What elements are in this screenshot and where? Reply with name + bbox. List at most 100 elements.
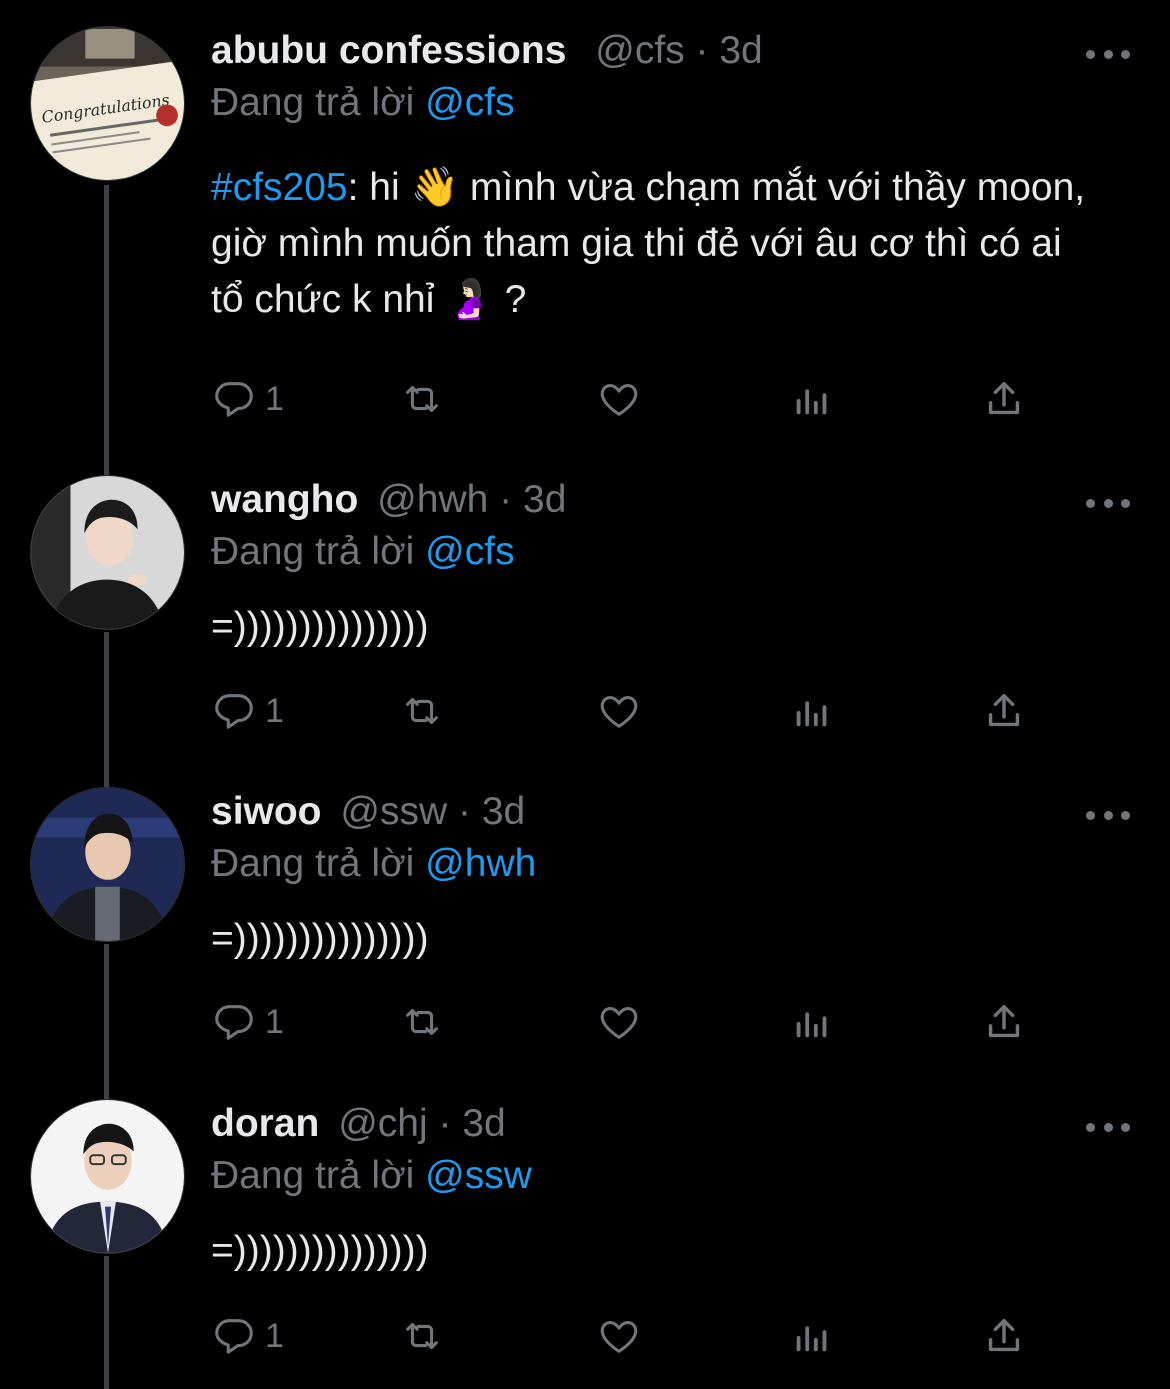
reply-button[interactable]: 1 [211,374,284,424]
mention-link[interactable]: @hwh [425,842,536,885]
retweet-button[interactable] [399,686,445,736]
replying-prefix: Đang trả lời [211,1154,415,1197]
reply-icon [215,1319,253,1354]
retweet-button[interactable] [399,997,445,1047]
tweet-text: =))))))))))))))) [211,1229,429,1272]
reply-count: 1 [265,1002,284,1041]
share-button[interactable] [981,374,1027,424]
views-icon [796,1012,827,1038]
tweet-header: abubu confessions @cfs · 3d [211,26,763,86]
tweet-header: siwoo @ssw · 3d [211,787,525,847]
hashtag-link[interactable]: #cfs205 [211,166,348,209]
avatar[interactable] [30,1099,185,1254]
user-handle[interactable]: @hwh [377,478,488,521]
mention-link[interactable]: @cfs [425,81,514,124]
tweet-header: wangho @hwh · 3d [211,475,566,535]
more-options-icon[interactable] [1086,795,1130,835]
views-button[interactable] [789,997,835,1047]
reply-button[interactable]: 1 [211,686,284,736]
user-handle[interactable]: @ssw [340,790,447,833]
share-icon [988,1004,1020,1038]
more-options-icon[interactable] [1086,34,1130,74]
replying-prefix: Đang trả lời [211,842,415,885]
views-button[interactable] [789,1311,835,1361]
retweet-icon [406,385,438,413]
share-button[interactable] [981,686,1027,736]
person-avatar-icon [31,788,184,941]
action-bar: 1 [211,1311,1041,1361]
like-icon [600,384,638,416]
separator-dot: · [499,478,513,521]
share-icon [988,1318,1020,1352]
action-bar: 1 [211,686,1041,736]
like-icon [600,1007,638,1039]
like-button[interactable] [596,686,642,736]
retweet-button[interactable] [399,1311,445,1361]
timestamp[interactable]: 3d [523,478,566,521]
more-options-icon[interactable] [1086,483,1130,523]
views-button[interactable] [789,374,835,424]
timestamp[interactable]: 3d [462,1102,505,1145]
share-button[interactable] [981,1311,1027,1361]
retweet-button[interactable] [399,374,445,424]
reply-icon [215,694,253,729]
like-button[interactable] [596,374,642,424]
like-icon [600,696,638,728]
thread-line [104,185,109,475]
tweet-header: doran @chj · 3d [211,1099,506,1159]
thread-line [104,1256,109,1389]
like-button[interactable] [596,1311,642,1361]
separator-dot: · [457,790,471,833]
separator-dot: · [438,1102,452,1145]
replying-to: Đang trả lời @ssw [211,1151,532,1201]
reply-count: 1 [265,379,284,418]
reply-icon [215,382,253,417]
reply-button[interactable]: 1 [211,997,284,1047]
tweet-text: #cfs205: hi 👋 mình vừa chạm mắt với thầy… [211,160,1091,328]
timestamp[interactable]: 3d [719,29,762,72]
views-button[interactable] [789,686,835,736]
replying-to: Đang trả lời @cfs [211,78,515,128]
timestamp[interactable]: 3d [482,790,525,833]
tweet-text: =))))))))))))))) [211,917,429,960]
action-bar: 1 [211,374,1041,424]
user-handle[interactable]: @chj [338,1102,427,1145]
like-button[interactable] [596,997,642,1047]
like-icon [600,1321,638,1353]
avatar[interactable] [30,475,185,630]
retweet-icon [406,1008,438,1036]
action-bar: 1 [211,997,1041,1047]
views-icon [796,1326,827,1352]
reply-button[interactable]: 1 [211,1311,284,1361]
display-name[interactable]: wangho [211,478,358,521]
share-icon [988,381,1020,415]
reply-count: 1 [265,691,284,730]
user-handle[interactable]: @cfs [595,29,684,72]
thread-line [104,632,109,787]
retweet-icon [406,697,438,725]
mention-link[interactable]: @ssw [425,1154,532,1197]
share-button[interactable] [981,997,1027,1047]
views-icon [796,701,827,727]
tweet-text: =))))))))))))))) [211,605,429,648]
views-icon [796,389,827,415]
mention-link[interactable]: @cfs [425,530,514,573]
display-name[interactable]: doran [211,1102,319,1145]
reply-count: 1 [265,1316,284,1355]
reply-icon [215,1005,253,1040]
certificate-avatar-icon: Congratulations [31,27,184,180]
replying-prefix: Đang trả lời [211,81,415,124]
more-options-icon[interactable] [1086,1107,1130,1147]
person-avatar-icon [31,476,184,629]
avatar[interactable]: Congratulations [30,26,185,181]
retweet-icon [406,1322,438,1350]
replying-prefix: Đang trả lời [211,530,415,573]
share-icon [988,693,1020,727]
person-avatar-icon [31,1100,184,1253]
avatar[interactable] [30,787,185,942]
replying-to: Đang trả lời @cfs [211,527,515,577]
display-name[interactable]: abubu confessions [211,29,566,72]
separator-dot: · [695,29,709,72]
display-name[interactable]: siwoo [211,790,322,833]
replying-to: Đang trả lời @hwh [211,839,536,889]
